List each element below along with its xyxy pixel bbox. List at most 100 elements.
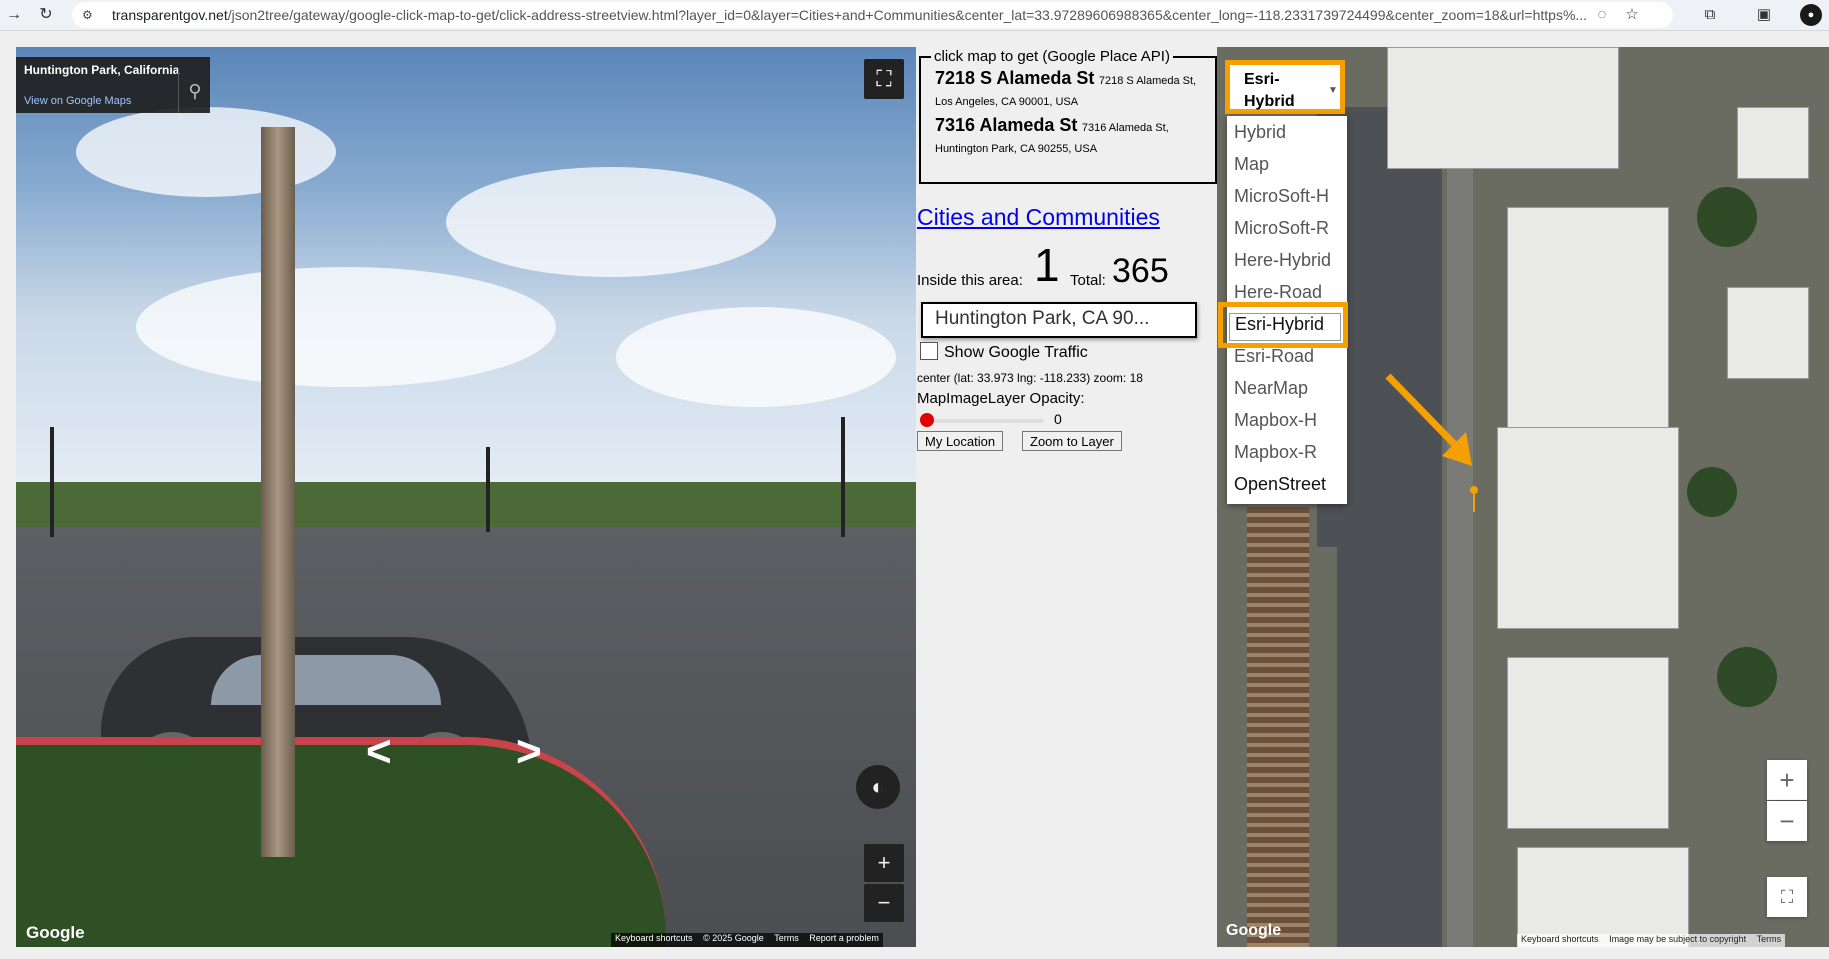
- basemap-select[interactable]: Esri-Hybrid ▼: [1225, 60, 1345, 114]
- basemap-option-here-road[interactable]: Here-Road: [1234, 282, 1322, 303]
- basemap-option-mapbox-r[interactable]: Mapbox-R: [1234, 442, 1317, 463]
- basemap-option-microsoft-r[interactable]: MicroSoft-R: [1234, 218, 1329, 239]
- reload-icon[interactable]: ↻: [36, 5, 56, 25]
- map-fullscreen-icon[interactable]: ⛶: [1767, 877, 1807, 917]
- background-trees: [16, 482, 916, 532]
- copyright-text: © 2025 Google: [703, 933, 764, 943]
- place-result[interactable]: 7218 S Alameda St 7218 S Alameda St, Los…: [935, 68, 1207, 112]
- profile-avatar[interactable]: ●: [1800, 4, 1822, 26]
- center-readout: center (lat: 33.973 lng: -118.233) zoom:…: [917, 371, 1143, 385]
- url-text: transparentgov.net/json2tree/gateway/goo…: [112, 7, 1588, 23]
- eye-off-icon[interactable]: ◌: [1592, 5, 1612, 25]
- zoom-in-button[interactable]: +: [864, 844, 904, 882]
- total-label: Total:: [1070, 272, 1106, 289]
- feature-counts: Inside this area: 1 Total: 365: [917, 238, 1177, 294]
- traffic-label: Show Google Traffic: [944, 344, 1088, 361]
- chevron-down-icon: ▼: [1328, 85, 1338, 96]
- search-field[interactable]: [921, 302, 1197, 338]
- cloud: [76, 107, 336, 197]
- google-logo: Google: [26, 923, 85, 942]
- total-count: 365: [1112, 252, 1169, 290]
- parking-area: [1337, 547, 1442, 947]
- railway-tracks: [1247, 507, 1309, 947]
- cloud: [446, 167, 776, 277]
- street-lamp: [841, 417, 845, 537]
- opacity-label: MapImageLayer Opacity:: [917, 390, 1085, 407]
- map-keyboard-shortcuts-link[interactable]: Keyboard shortcuts: [1517, 934, 1603, 944]
- map-zoom-in-button[interactable]: +: [1767, 760, 1807, 800]
- place-api-legend: click map to get (Google Place API): [931, 48, 1173, 65]
- forward-icon[interactable]: →: [4, 5, 24, 25]
- building-roof: [1507, 207, 1669, 429]
- building-roof: [1517, 847, 1689, 947]
- address-bar[interactable]: ⚙ transparentgov.net/json2tree/gateway/g…: [72, 2, 1673, 28]
- car-window: [211, 655, 441, 705]
- tree: [1717, 647, 1777, 707]
- basemap-option-hybrid[interactable]: Hybrid: [1234, 122, 1286, 143]
- nav-arrow-left-icon[interactable]: <: [366, 727, 392, 777]
- cloud: [136, 267, 556, 387]
- cloud: [616, 307, 896, 407]
- basemap-option-openstreet[interactable]: OpenStreet: [1234, 474, 1326, 495]
- map-copyright-text: Image may be subject to copyright: [1609, 934, 1747, 944]
- hedge-planter: [16, 737, 666, 947]
- traffic-toggle[interactable]: Show Google Traffic: [920, 342, 1088, 362]
- street-view-footer: Keyboard shortcuts © 2025 Google Terms R…: [611, 933, 883, 947]
- basemap-option-nearmap[interactable]: NearMap: [1234, 378, 1308, 399]
- basemap-selected-value: Esri-Hybrid: [1244, 71, 1295, 110]
- basemap-option-map[interactable]: Map: [1234, 154, 1269, 175]
- place-api-results: click map to get (Google Place API) 7218…: [919, 48, 1217, 184]
- tree: [1697, 187, 1757, 247]
- extensions-icon[interactable]: ⧉: [1700, 5, 1720, 25]
- compass-icon[interactable]: ◐: [856, 765, 900, 809]
- slider-handle[interactable]: [920, 413, 934, 427]
- building-roof: [1727, 287, 1809, 379]
- building-roof: [1387, 47, 1619, 169]
- keyboard-shortcuts-link[interactable]: Keyboard shortcuts: [611, 933, 697, 943]
- zoom-out-button[interactable]: −: [864, 884, 904, 922]
- basemap-option-esri-road[interactable]: Esri-Road: [1234, 346, 1314, 367]
- basemap-option-mapbox-h[interactable]: Mapbox-H: [1234, 410, 1317, 431]
- terms-link[interactable]: Terms: [770, 933, 803, 943]
- opacity-value: 0: [1054, 411, 1062, 427]
- map-marker-icon[interactable]: [1470, 486, 1478, 512]
- building-roof: [1497, 427, 1679, 629]
- browser-toolbar: → ↻ ⚙ transparentgov.net/json2tree/gatew…: [0, 0, 1829, 31]
- map-footer: Keyboard shortcuts Image may be subject …: [1517, 934, 1786, 947]
- inside-area-label: Inside this area:: [917, 272, 1023, 289]
- basemap-option-here-hybrid[interactable]: Here-Hybrid: [1234, 250, 1331, 271]
- place-result[interactable]: 7316 Alameda St 7316 Alameda St, Hunting…: [935, 115, 1207, 159]
- report-problem-link[interactable]: Report a problem: [805, 933, 883, 943]
- map-terms-link[interactable]: Terms: [1753, 934, 1786, 944]
- inside-area-count: 1: [1034, 239, 1060, 291]
- zoom-to-layer-button[interactable]: Zoom to Layer: [1022, 431, 1122, 451]
- slider-track[interactable]: [920, 419, 1044, 423]
- map-zoom-out-button[interactable]: −: [1767, 801, 1807, 841]
- basemap-option-esri-hybrid[interactable]: Esri-Hybrid: [1235, 314, 1324, 335]
- palm-tree: [261, 127, 295, 857]
- street-view-panel[interactable]: Huntington Park, California View on Goog…: [16, 47, 916, 947]
- site-info-icon[interactable]: ⚙: [82, 8, 93, 22]
- street-lamp: [50, 427, 54, 537]
- fullscreen-icon[interactable]: ⛶: [864, 59, 904, 99]
- location-card: Huntington Park, California View on Goog…: [16, 57, 210, 113]
- annotation-arrow: [1385, 373, 1472, 466]
- basemap-option-esri-hybrid-highlight[interactable]: Esri-Hybrid: [1218, 302, 1348, 348]
- map-pin-icon[interactable]: ⚲: [178, 69, 211, 113]
- layer-name-link[interactable]: Cities and Communities: [917, 204, 1160, 231]
- opacity-slider[interactable]: [920, 413, 1044, 427]
- map-google-logo: Google: [1226, 922, 1282, 939]
- building-roof: [1737, 107, 1809, 179]
- nav-arrow-right-icon[interactable]: >: [516, 727, 542, 777]
- street-lamp: [486, 447, 490, 532]
- star-icon[interactable]: ☆: [1622, 5, 1642, 25]
- search-input[interactable]: [923, 304, 1197, 334]
- view-on-google-maps-link[interactable]: View on Google Maps: [24, 95, 131, 107]
- basemap-option-microsoft-h[interactable]: MicroSoft-H: [1234, 186, 1329, 207]
- location-title: Huntington Park, California: [24, 63, 180, 77]
- building-roof: [1507, 657, 1669, 829]
- traffic-checkbox[interactable]: [920, 342, 938, 360]
- my-location-button[interactable]: My Location: [917, 431, 1004, 451]
- tree: [1687, 467, 1737, 517]
- sidebar-panel-icon[interactable]: ▣: [1754, 5, 1774, 25]
